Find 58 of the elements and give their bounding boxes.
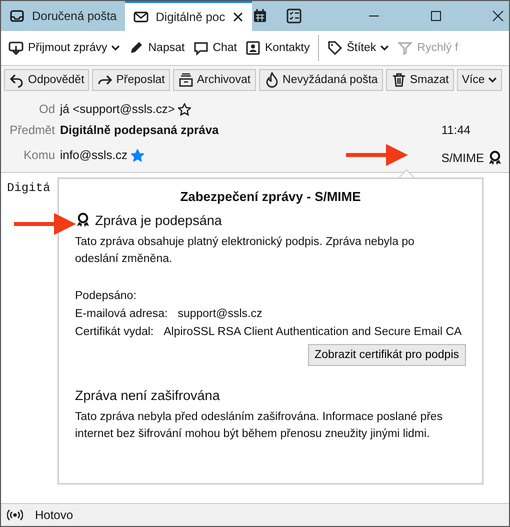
field-label: Od	[38, 102, 55, 116]
popup-title: Zabezpečení zprávy - S/MIME	[179, 189, 362, 204]
view-certificate-button[interactable]: Zobrazit certifikát pro podpis	[308, 344, 466, 366]
message-action-button[interactable]: Odpovědět	[4, 69, 90, 91]
section-heading: Zpráva není zašifrována	[75, 388, 220, 403]
subject-text: Digitálně podepsaná zpráva	[60, 123, 220, 137]
message-action-button[interactable]: Přeposlat	[92, 69, 170, 91]
flame-icon	[264, 72, 280, 88]
security-label[interactable]: S/MIME	[441, 151, 484, 165]
arrow	[14, 212, 76, 236]
status-text: Hotovo	[35, 508, 74, 522]
detail-label: E-mailová adresa:	[75, 308, 168, 320]
download-icon	[8, 40, 24, 56]
calendar-icon[interactable]	[252, 8, 268, 24]
filter-icon	[397, 40, 414, 56]
tab[interactable]: Digitálně poc	[124, 1, 252, 31]
message-action-button[interactable]: Více	[456, 69, 502, 91]
toolbar-button[interactable]: Přijmout zprávy	[4, 37, 124, 59]
contacts-icon	[244, 40, 261, 56]
star-icon[interactable]	[130, 148, 144, 162]
toolbar-button[interactable]: Štítek	[322, 37, 394, 59]
seal-icon[interactable]	[487, 150, 503, 166]
reply-icon	[9, 72, 25, 88]
field-label: Komu	[22, 148, 55, 162]
trash-icon	[390, 72, 407, 88]
inbox-icon	[9, 8, 25, 24]
detail-label: Certifikát vydal:	[75, 326, 154, 338]
arrow	[346, 143, 408, 167]
toolbar-button[interactable]: Kontakty	[240, 37, 314, 59]
tag-icon	[326, 40, 343, 56]
tab[interactable]: Doručená pošta	[1, 1, 125, 31]
online-status-icon	[7, 509, 23, 521]
description-text: Tato zpráva obsahuje platný elektronický podpis. Zpráva nebyla po odeslání změněna.	[75, 235, 416, 267]
time-text: 11:44	[441, 123, 472, 137]
archive-icon	[178, 72, 194, 88]
field-label: Předmět	[8, 123, 55, 137]
close-icon[interactable]	[492, 10, 504, 22]
detail-value: support@ssls.cz	[178, 308, 262, 320]
star-icon[interactable]	[178, 102, 191, 116]
pencil-icon	[128, 40, 144, 56]
message-action-button[interactable]: Archivovat	[172, 69, 256, 91]
chat-icon	[192, 40, 209, 56]
message-action-button[interactable]: Nevyžádaná pošta	[258, 69, 383, 91]
tasks-icon[interactable]	[286, 8, 302, 24]
envelope-icon	[132, 9, 149, 25]
description-text: Tato zpráva nebyla před odesláním zašifrována. Informace poslané přes internet bez šifrování mohou být během přenosu zneužity jinými lidmi.	[75, 410, 444, 442]
detail-value: AlpiroSSL RSA Client Authentication and Secure Email CA	[164, 326, 462, 338]
signed-by-label: Podepsáno:	[75, 290, 138, 302]
maximize-icon[interactable]	[430, 10, 442, 22]
toolbar-button[interactable]: Chat	[188, 37, 241, 59]
section-heading: Zpráva je podepsána	[95, 212, 222, 228]
message-body-text: Digitá	[7, 181, 50, 195]
recipient[interactable]: info@ssls.cz	[60, 148, 128, 162]
toolbar-button[interactable]: Napsat	[124, 37, 189, 59]
seal-icon	[75, 212, 91, 228]
sender[interactable]: já <support@ssls.cz>	[60, 102, 175, 116]
close-icon[interactable]	[232, 11, 244, 23]
message-action-button[interactable]: Smazat	[386, 69, 454, 91]
